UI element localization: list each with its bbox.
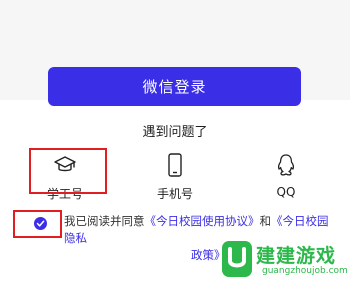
agreement-prefix: 我已阅读并同意 — [64, 214, 145, 228]
usage-agreement-link[interactable]: 《今日校园使用协议》 — [145, 214, 260, 228]
highlight-box-student-id — [29, 148, 107, 194]
watermark-url: guangzhoujob.com — [262, 266, 348, 276]
watermark-logo — [222, 241, 252, 277]
phone-label: 手机号 — [156, 187, 193, 201]
watermark-title: 建建游戏 — [256, 245, 337, 267]
qq-penguin-icon — [277, 154, 295, 176]
qq-login-option[interactable]: QQ — [251, 152, 321, 199]
agreement-middle: 和 — [259, 214, 272, 228]
wechat-login-button[interactable]: 微信登录 — [48, 67, 301, 106]
watermark: 建建游戏 guangzhoujob.com — [222, 238, 350, 280]
highlight-box-checkbox — [13, 210, 62, 238]
mobile-phone-icon — [168, 153, 182, 177]
problem-text: 遇到问题了 — [142, 125, 208, 140]
qq-label: QQ — [276, 185, 296, 199]
phone-login-option[interactable]: 手机号 — [140, 152, 210, 202]
wechat-login-label: 微信登录 — [142, 78, 207, 96]
